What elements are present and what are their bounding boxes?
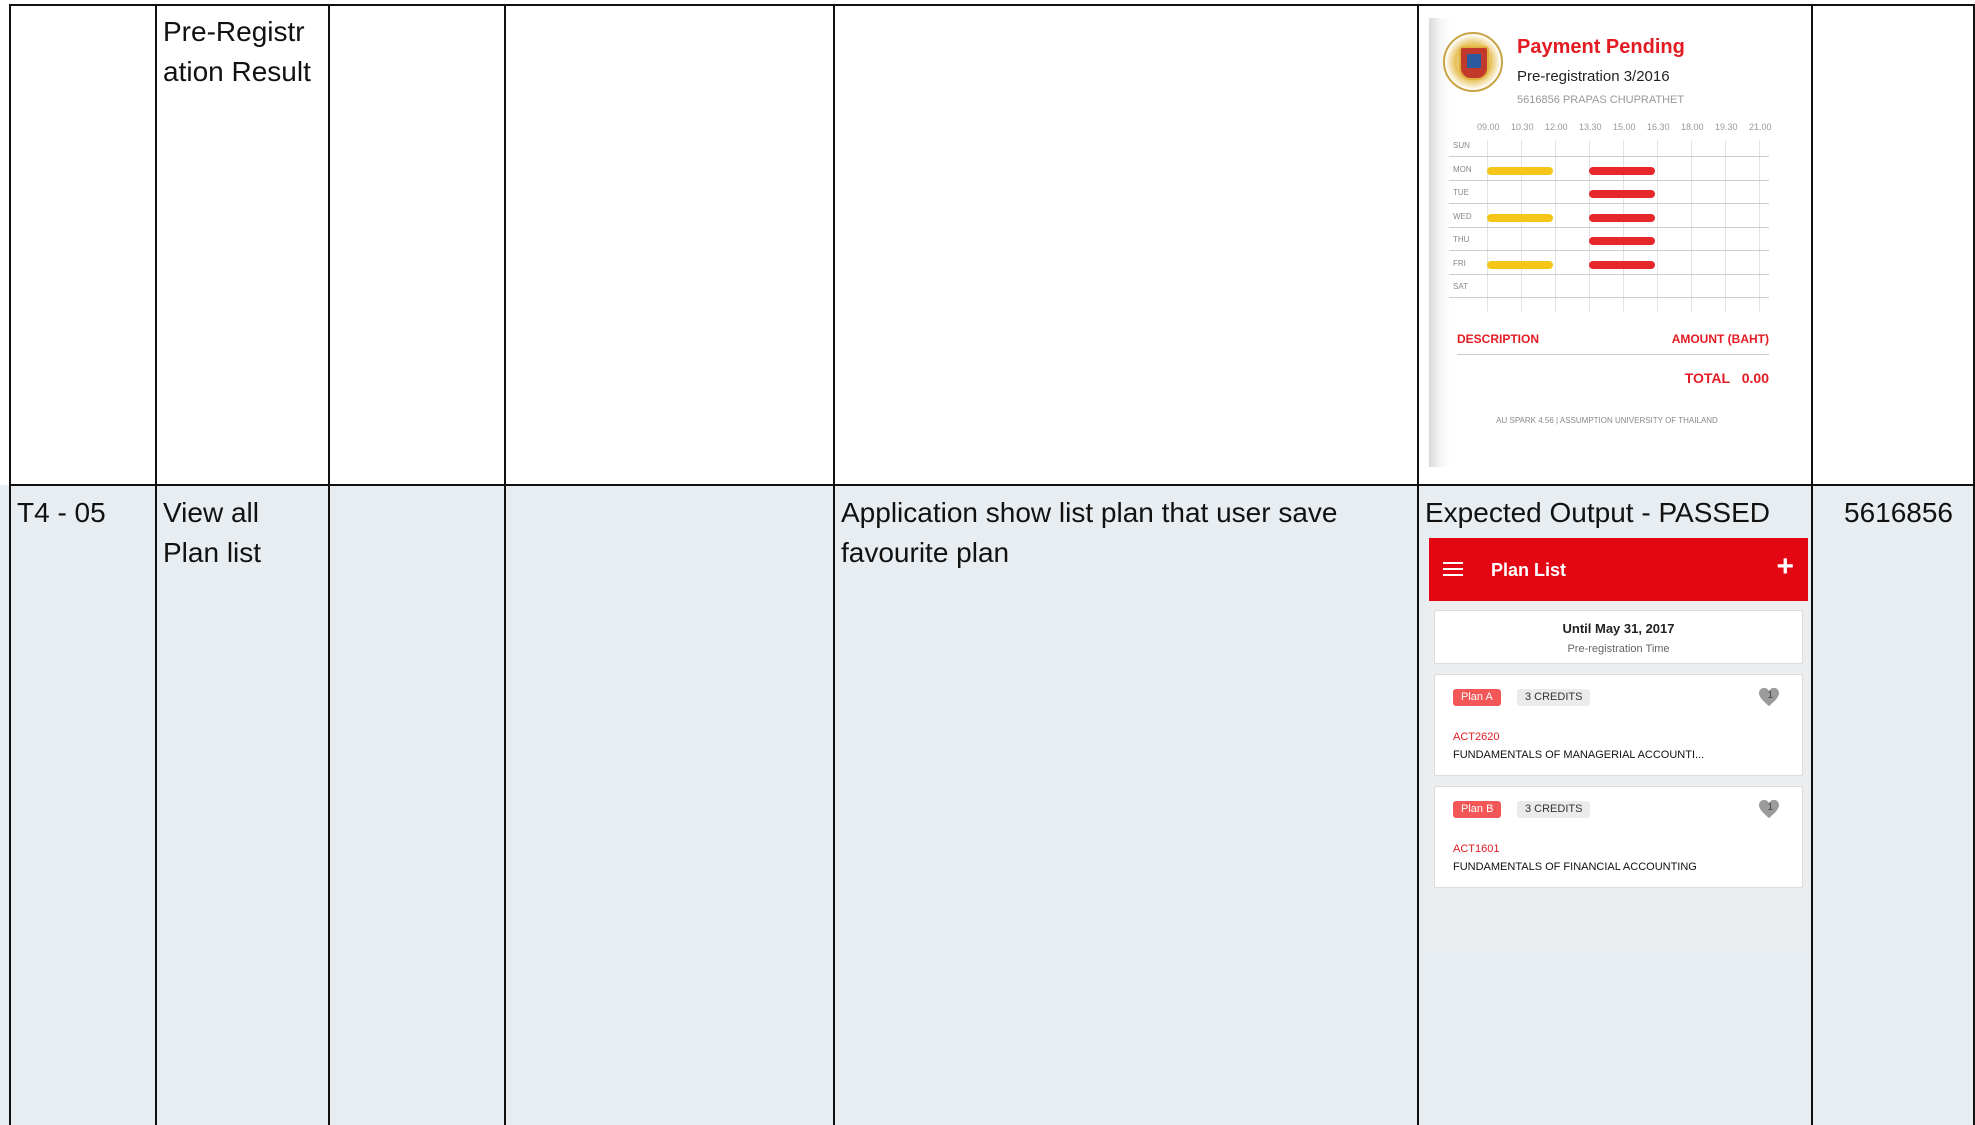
column-divider <box>833 5 835 1125</box>
payment-title: Payment Pending <box>1517 36 1685 58</box>
payment-pending-screenshot: Payment Pending Pre-registration 3/2016 … <box>1429 18 1785 467</box>
result-label: Expected Output - PASSED <box>1425 497 1770 528</box>
amount-label: AMOUNT (BAHT) <box>1671 332 1769 346</box>
class-slot-bar <box>1589 190 1655 198</box>
total-value: 0.00 <box>1741 370 1769 386</box>
day-label: THU <box>1453 235 1470 244</box>
time-label: 19.30 <box>1715 122 1738 132</box>
app-footer: AU SPARK 4.56 | ASSUMPTION UNIVERSITY OF… <box>1496 416 1718 425</box>
credits-badge: 3 CREDITS <box>1517 689 1591 706</box>
timetable-gridline <box>1449 156 1769 157</box>
day-label: FRI <box>1453 258 1466 268</box>
day-label: MON <box>1453 164 1472 174</box>
description-label: DESCRIPTION <box>1457 332 1540 346</box>
class-slot-bar <box>1487 166 1553 175</box>
time-label: 13.30 <box>1579 122 1602 132</box>
deadline-card: Until May 31, 2017 Pre-registration Time <box>1434 610 1803 664</box>
timetable-gridline <box>1449 250 1769 251</box>
column-divider <box>1417 5 1419 1125</box>
course-code: ACT1601 <box>1453 843 1500 855</box>
deadline-date: Until May 31, 2017 <box>1562 621 1675 636</box>
expected-output-cell: Application show list plan that user sav… <box>841 497 1338 568</box>
class-slot-bar <box>1589 166 1655 175</box>
heart-count: 1 <box>1767 802 1773 813</box>
course-name: FUNDAMENTALS OF FINANCIAL ACCOUNTING <box>1453 861 1697 873</box>
course-code: ACT2620 <box>1453 731 1500 743</box>
app-bar-title: Plan List <box>1491 560 1567 580</box>
time-label: 10.30 <box>1511 122 1534 132</box>
timetable-gridline <box>1449 226 1769 228</box>
day-label: WED <box>1453 211 1472 221</box>
column-divider <box>504 5 506 1125</box>
app-bar: Plan List + <box>1429 538 1808 601</box>
class-slot-bar <box>1487 213 1553 222</box>
plus-icon[interactable]: + <box>1776 552 1794 582</box>
class-slot-bar <box>1487 260 1553 269</box>
row-divider <box>9 484 1975 486</box>
tester-id-cell: 5616856 <box>1844 497 1954 528</box>
timetable-gridline <box>1449 203 1769 204</box>
plan-card[interactable]: Plan A 3 CREDITS 1 ACT2620 FUNDAMENTALS … <box>1434 674 1803 776</box>
day-label: SUN <box>1453 141 1470 150</box>
time-label: 15.00 <box>1613 122 1636 132</box>
column-divider <box>155 5 157 1125</box>
deadline-caption: Pre-registration Time <box>1567 643 1670 655</box>
university-seal-icon <box>1443 32 1503 92</box>
class-slot-bar <box>1589 213 1655 222</box>
class-slot-bar <box>1589 237 1655 245</box>
time-label: 09.00 <box>1477 122 1500 132</box>
divider <box>1457 354 1769 355</box>
feature-cell: Pre-Registr ation Result <box>163 16 311 87</box>
payment-subtitle: Pre-registration 3/2016 <box>1517 68 1670 85</box>
column-divider <box>9 5 11 1125</box>
day-label: TUE <box>1453 188 1469 197</box>
time-label: 18.00 <box>1681 122 1704 132</box>
credits-badge: 3 CREDITS <box>1517 801 1591 818</box>
timetable-gridline <box>1449 179 1769 181</box>
total-label: TOTAL <box>1684 370 1731 386</box>
plan-card[interactable]: Plan B 3 CREDITS 1 ACT1601 FUNDAMENTALS … <box>1434 786 1803 888</box>
plan-tag: Plan A <box>1453 689 1501 706</box>
feature-cell: View all Plan list <box>163 497 262 568</box>
time-label: 21.00 <box>1749 122 1772 132</box>
class-slot-bar <box>1589 260 1655 269</box>
student-name: 5616856 PRAPAS CHUPRATHET <box>1517 94 1685 106</box>
plan-list-screenshot: Plan List + Until May 31, 2017 Pre-regis… <box>1429 538 1808 948</box>
plan-tag: Plan B <box>1453 801 1502 818</box>
column-divider <box>328 5 330 1125</box>
total-line: TOTAL 0.00 <box>1685 370 1769 386</box>
test-id-cell: T4 - 05 <box>17 497 106 528</box>
timetable-gridline <box>1449 297 1769 298</box>
hamburger-menu-icon[interactable] <box>1443 562 1463 576</box>
time-label: 12.00 <box>1545 122 1568 132</box>
course-name: FUNDAMENTALS OF MANAGERIAL ACCOUNTI... <box>1453 749 1705 761</box>
row-divider <box>9 4 1975 6</box>
time-label: 16.30 <box>1647 122 1670 132</box>
column-divider <box>1811 5 1813 1125</box>
day-label: SAT <box>1453 282 1468 291</box>
heart-count: 1 <box>1767 690 1773 701</box>
timetable-gridline <box>1449 273 1769 275</box>
